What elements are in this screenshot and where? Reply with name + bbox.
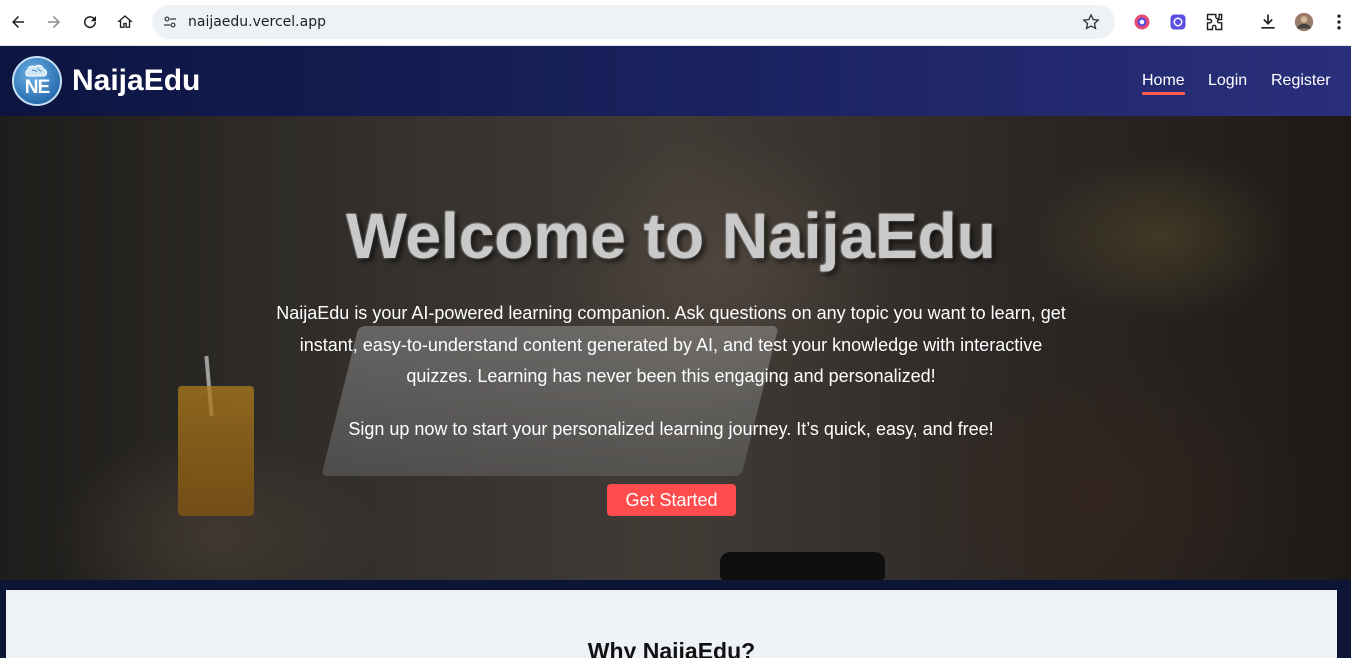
download-icon[interactable]: [1257, 11, 1279, 33]
extension-puzzle-icon[interactable]: [1204, 11, 1226, 33]
browser-toolbar: naijaedu.vercel.app: [0, 0, 1351, 46]
forward-button[interactable]: [41, 9, 67, 35]
profile-avatar[interactable]: [1293, 11, 1315, 33]
menu-kebab-icon[interactable]: [1328, 11, 1350, 33]
nav-login[interactable]: Login: [1208, 72, 1247, 90]
back-icon: [12, 16, 24, 28]
nav-register[interactable]: Register: [1271, 72, 1331, 90]
nav-home[interactable]: Home: [1142, 72, 1185, 95]
reload-button[interactable]: [77, 9, 103, 35]
section-title: Why NaijaEdu?: [587, 638, 756, 658]
reload-icon: [84, 16, 97, 29]
brand-name[interactable]: NaijaEdu: [72, 64, 200, 98]
site-info-icon[interactable]: [161, 13, 179, 31]
hero-section: Welcome to NaijaEdu NaijaEdu is your AI-…: [0, 116, 1351, 580]
bookmark-star-icon[interactable]: [1081, 12, 1101, 32]
brain-icon: [25, 64, 47, 77]
hero-description: NaijaEdu is your AI-powered learning com…: [276, 303, 1066, 386]
hero-title: Welcome to NaijaEdu: [346, 200, 996, 272]
extension-ai-icon[interactable]: [1167, 11, 1189, 33]
forward-icon: [48, 16, 60, 28]
features-section: Why NaijaEdu?: [6, 590, 1337, 658]
extension-chrome-icon[interactable]: [1131, 11, 1153, 33]
get-started-button[interactable]: Get Started: [607, 484, 736, 516]
hero-signup-text: Sign up now to start your personalized l…: [348, 419, 994, 439]
back-button[interactable]: [5, 9, 31, 35]
features-section-wrapper: Why NaijaEdu?: [0, 580, 1351, 658]
home-icon: [117, 15, 133, 28]
url-text: naijaedu.vercel.app: [188, 14, 326, 30]
brand-logo[interactable]: NE: [12, 56, 62, 106]
site-header: NE NaijaEdu Home Login Register: [0, 46, 1351, 116]
address-bar[interactable]: naijaedu.vercel.app: [152, 5, 1115, 39]
home-button[interactable]: [112, 9, 138, 35]
